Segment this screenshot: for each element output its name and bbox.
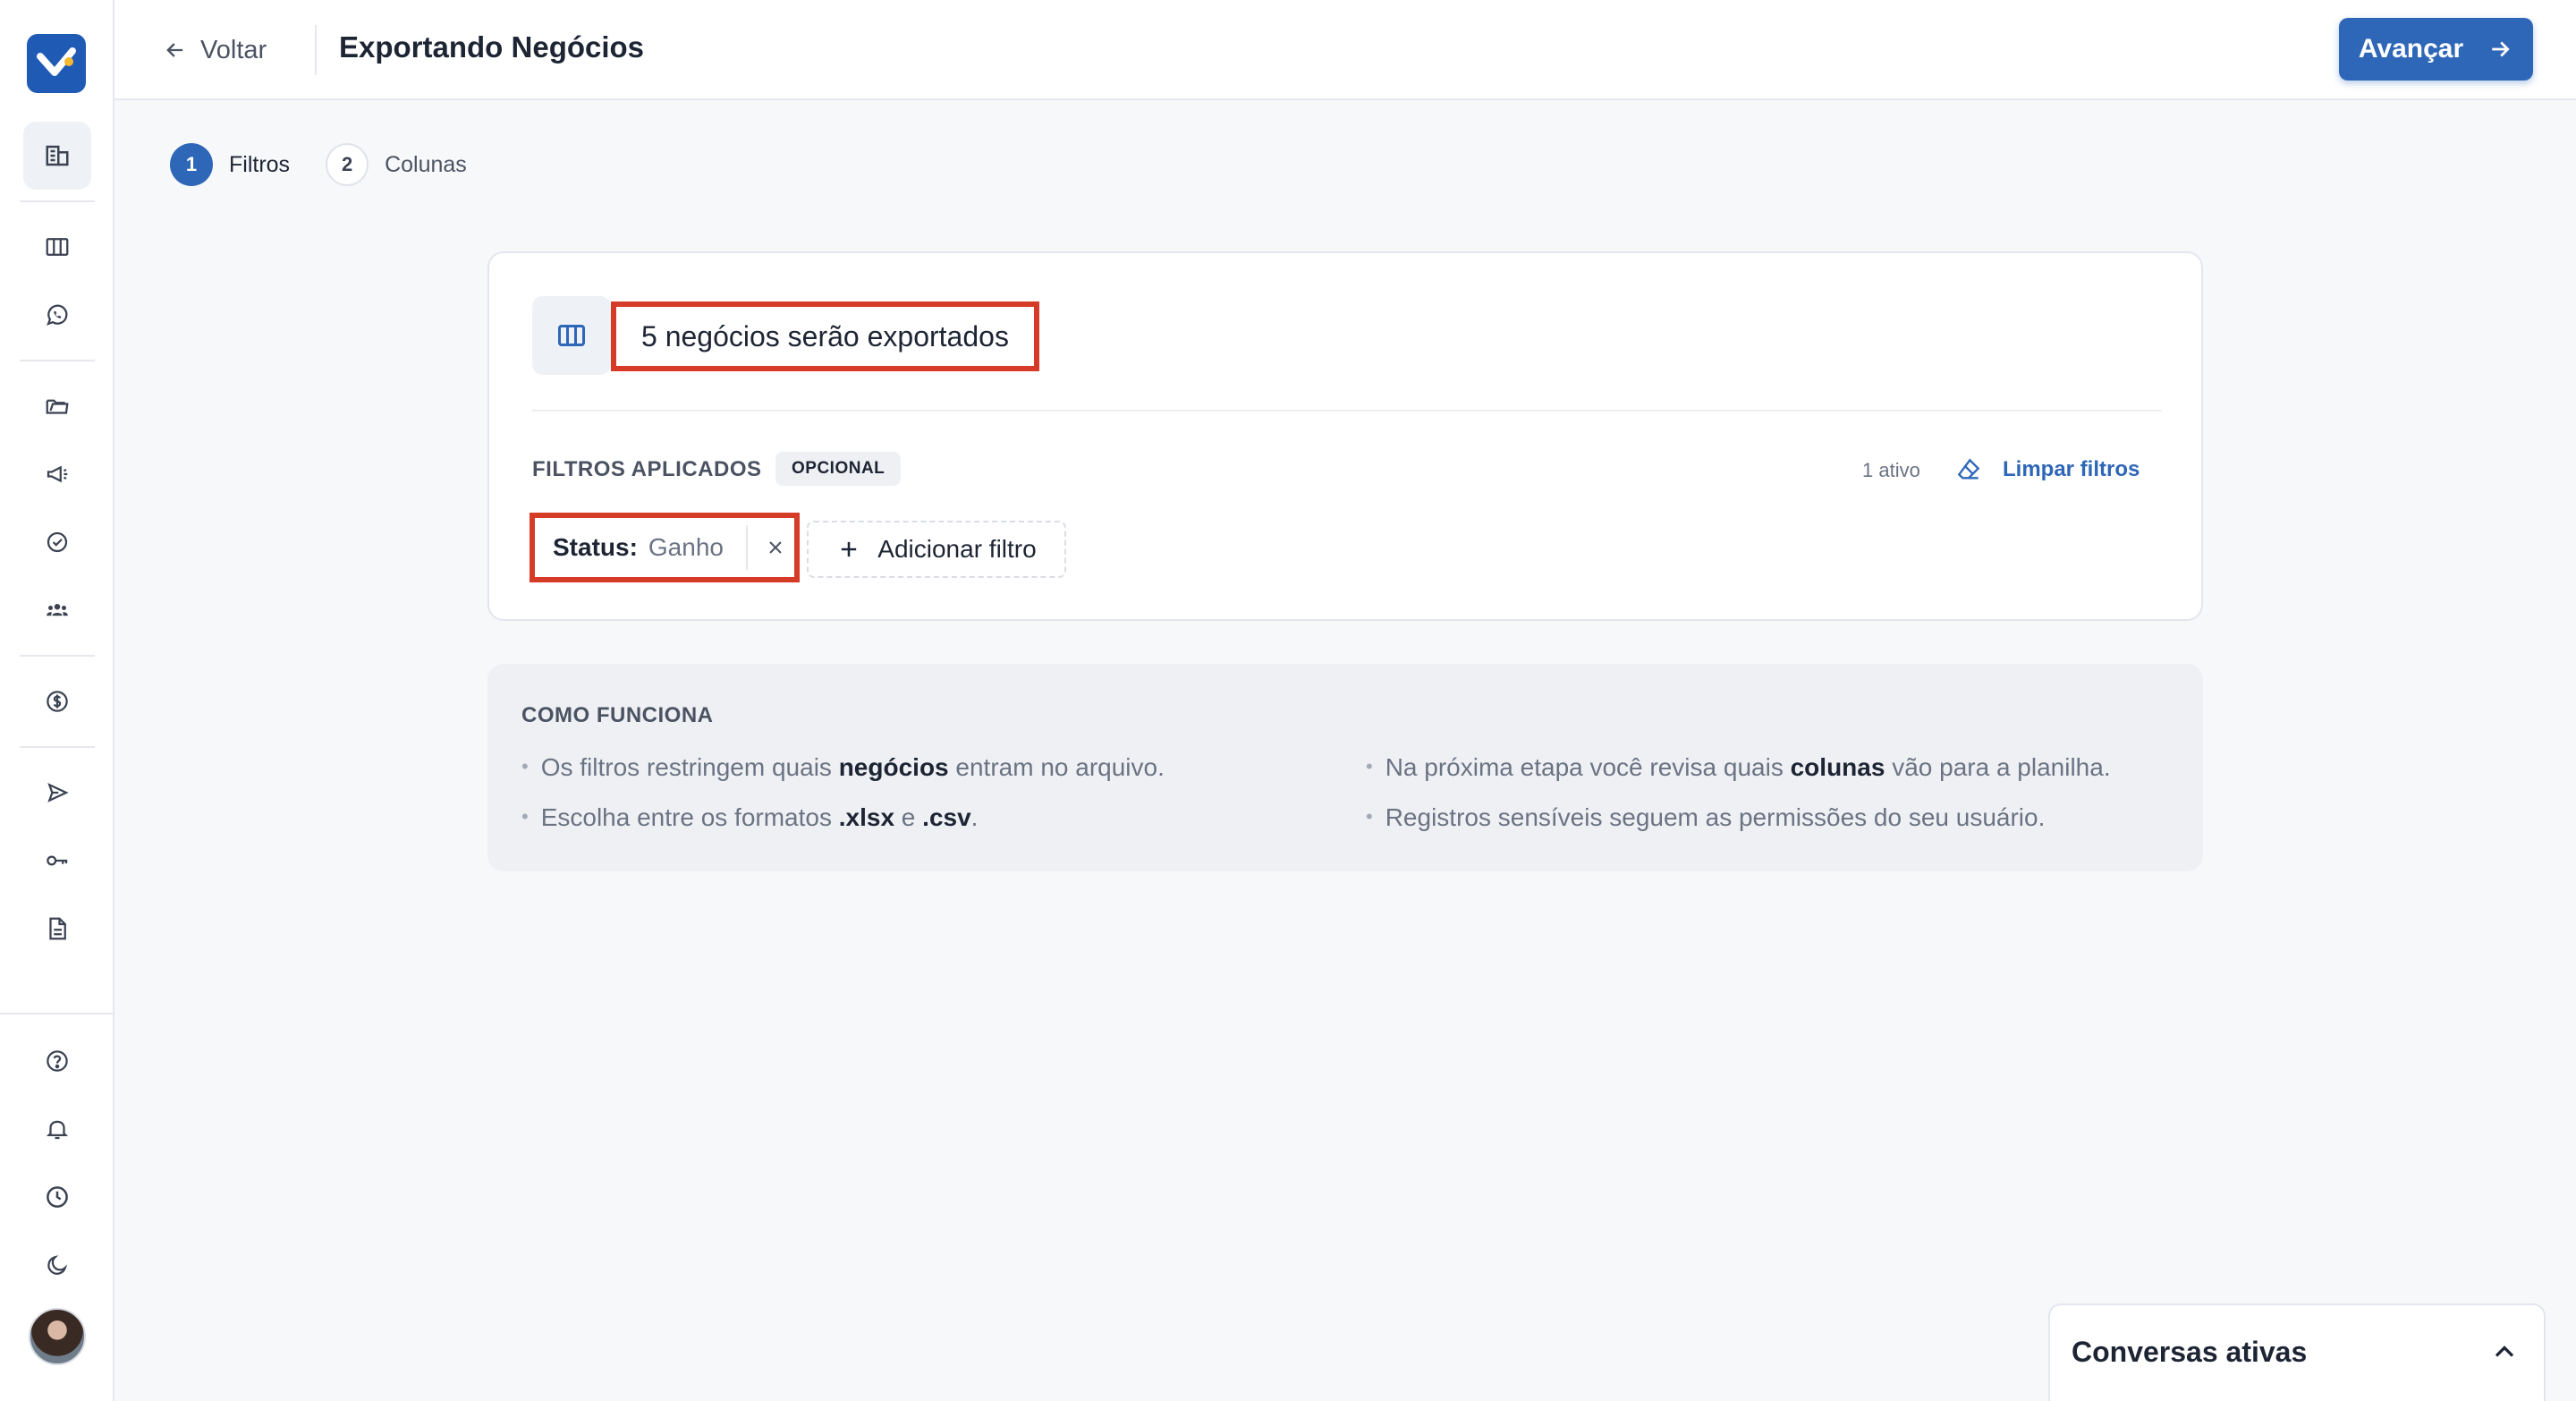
clear-filters-label: Limpar filtros (2003, 457, 2140, 481)
filters-applied-label: FILTROS APLICADOS (532, 457, 762, 481)
how-it-works-panel: COMO FUNCIONA Os filtros restringem quai… (487, 664, 2203, 871)
folder-icon (46, 399, 69, 414)
clear-filters-button[interactable]: Limpar filtros (1954, 452, 2140, 488)
add-filter-button[interactable]: Adicionar filtro (807, 521, 1066, 578)
send-icon (47, 783, 69, 802)
arrow-right-icon (2492, 41, 2510, 57)
sidebar-item-files[interactable] (23, 372, 91, 440)
remove-filter-button[interactable] (755, 525, 796, 570)
document-icon (49, 917, 66, 940)
info-text: e (894, 803, 923, 831)
page-title: Exportando Negócios (339, 30, 645, 64)
logo-check-icon (37, 47, 76, 76)
step-number: 1 (170, 143, 213, 186)
theme-toggle[interactable] (23, 1231, 91, 1299)
info-text: Escolha entre os formatos (540, 803, 839, 831)
moon-icon (47, 1255, 68, 1275)
info-item: Os filtros restringem quais negócios ent… (521, 753, 1165, 782)
plus-icon (842, 541, 857, 557)
filter-chip-key: Status: (553, 533, 638, 561)
step-columns[interactable]: 2 Colunas (326, 143, 467, 186)
history-button[interactable] (23, 1163, 91, 1231)
kanban-icon (46, 238, 69, 256)
sidebar-bottom (0, 1013, 114, 1365)
eraser-icon (1957, 458, 1980, 480)
arrow-left-icon (166, 43, 183, 57)
optional-badge: OPCIONAL (775, 452, 902, 486)
dollar-icon (47, 691, 68, 712)
info-text: Na próxima etapa você revisa quais (1385, 753, 1791, 781)
active-filter-count: 1 ativo (1862, 459, 1920, 481)
how-it-works-title: COMO FUNCIONA (521, 703, 714, 727)
bell-icon (46, 1120, 69, 1140)
app-logo[interactable] (27, 34, 86, 93)
info-text: Registros sensíveis seguem as permissões… (1385, 803, 2046, 831)
sidebar-item-finance[interactable] (23, 667, 91, 735)
info-item: Na próxima etapa você revisa quais colun… (1366, 753, 2111, 782)
columns-icon (558, 325, 585, 346)
user-avatar[interactable] (29, 1308, 86, 1365)
info-item: Registros sensíveis seguem as permissões… (1366, 803, 2046, 832)
sidebar-item-campaigns[interactable] (23, 440, 91, 508)
whatsapp-icon (47, 304, 68, 326)
filters-card: 5 negócios serão exportados FILTROS APLI… (487, 251, 2203, 621)
notifications-button[interactable] (23, 1095, 91, 1163)
step-label: Filtros (229, 151, 291, 177)
info-text: . (970, 803, 979, 831)
megaphone-icon (47, 465, 68, 483)
info-text: Os filtros restringem quais (540, 753, 839, 781)
info-text: entram no arquivo. (948, 753, 1165, 781)
sidebar-nav (0, 122, 114, 963)
info-text-bold: colunas (1790, 753, 1885, 781)
sidebar-item-send[interactable] (23, 759, 91, 827)
help-button[interactable] (23, 1027, 91, 1095)
header-divider (315, 25, 317, 75)
sidebar-item-whatsapp[interactable] (23, 281, 91, 349)
expand-conversations-button[interactable] (2488, 1336, 2521, 1368)
next-button[interactable]: Avançar (2339, 18, 2533, 81)
sidebar-item-companies[interactable] (23, 122, 91, 190)
sidebar-item-documents[interactable] (23, 895, 91, 963)
info-text-bold: .xlsx (838, 803, 895, 831)
sidebar-divider (20, 200, 95, 202)
sidebar (0, 0, 114, 1401)
stepper: 1 Filtros 2 Colunas (170, 143, 503, 186)
step-filters[interactable]: 1 Filtros (170, 143, 290, 186)
info-item: Escolha entre os formatos .xlsx e .csv. (521, 803, 979, 832)
close-icon (769, 541, 782, 554)
active-conversations-title: Conversas ativas (2072, 1336, 2308, 1368)
building-icon (46, 145, 69, 166)
clock-icon (47, 1186, 68, 1208)
info-text-bold: .csv (922, 803, 971, 831)
step-number: 2 (326, 143, 369, 186)
chevron-up-icon (2495, 1346, 2514, 1357)
active-conversations-panel[interactable]: Conversas ativas (2048, 1303, 2546, 1401)
sidebar-divider (20, 655, 95, 657)
step-label: Colunas (385, 151, 467, 177)
back-button[interactable]: Voltar (163, 29, 267, 72)
sidebar-item-keys[interactable] (23, 827, 91, 895)
filter-chip-value: Ganho (648, 533, 724, 561)
top-header: Voltar Exportando Negócios Avançar (114, 0, 2576, 100)
sidebar-divider (20, 746, 95, 748)
columns-icon-box (532, 296, 611, 375)
check-circle-icon (47, 531, 68, 553)
users-icon (47, 604, 68, 616)
filter-chip-divider (746, 525, 748, 570)
export-count-text: 5 negócios serão exportados (611, 301, 1039, 371)
filter-chip-status[interactable]: Status: Ganho (530, 513, 800, 582)
add-filter-label: Adicionar filtro (877, 535, 1037, 563)
info-text: vão para a planilha. (1885, 753, 2111, 781)
help-icon (47, 1050, 68, 1072)
sidebar-divider (20, 360, 95, 361)
card-divider (532, 410, 2162, 412)
key-icon (47, 855, 68, 866)
sidebar-item-contacts[interactable] (23, 576, 91, 644)
sidebar-item-pipeline[interactable] (23, 213, 91, 281)
back-label: Voltar (200, 35, 267, 64)
sidebar-item-tasks[interactable] (23, 508, 91, 576)
info-text-bold: negócios (838, 753, 949, 781)
next-label: Avançar (2358, 34, 2464, 64)
